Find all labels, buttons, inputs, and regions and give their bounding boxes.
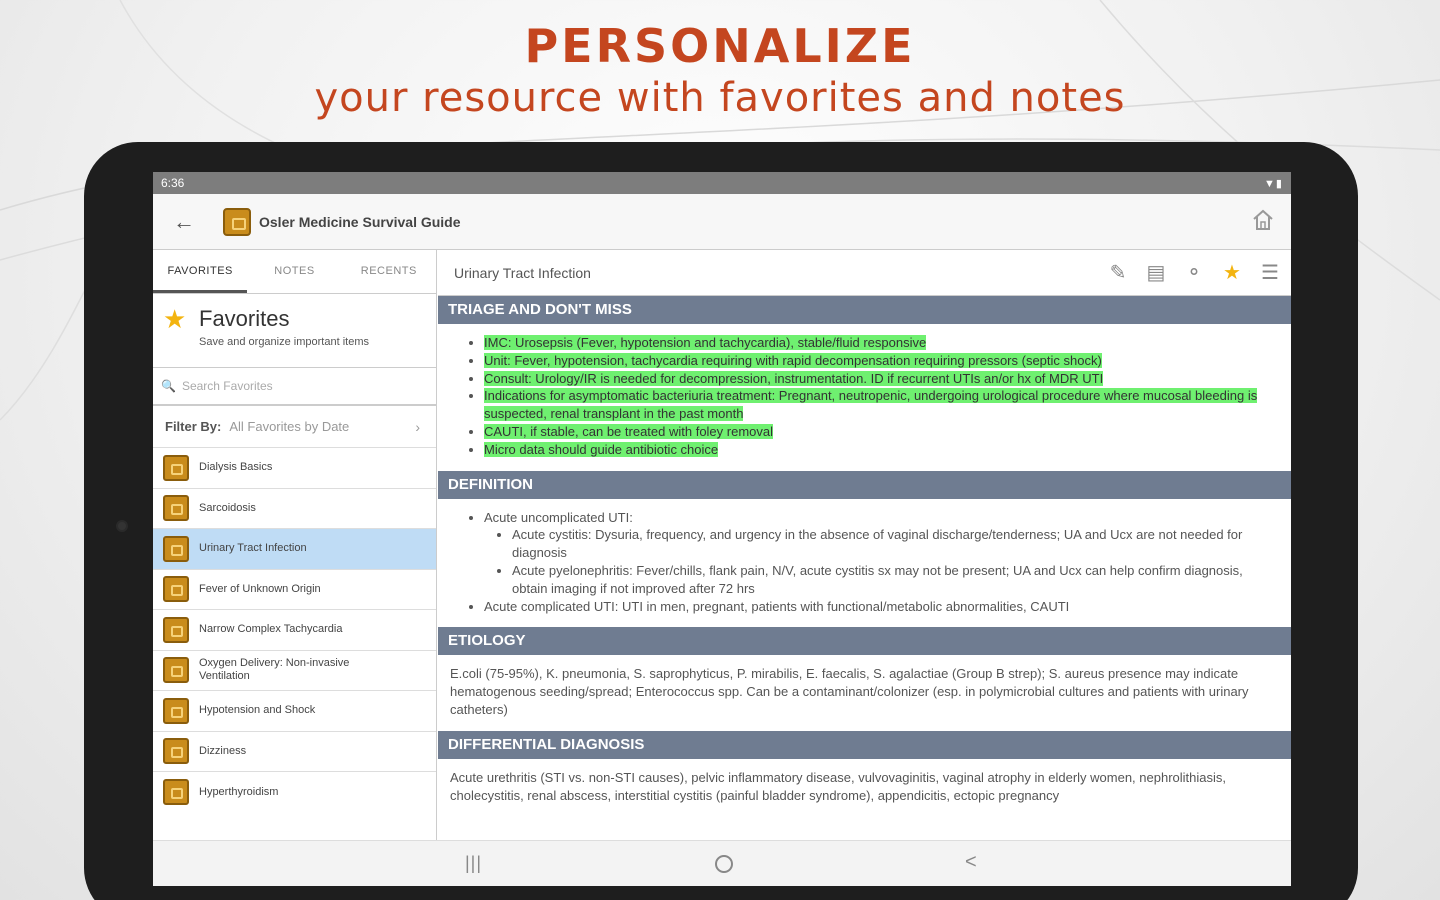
topic-icon (163, 738, 189, 765)
list-item-label: Urinary Tract Infection (199, 542, 307, 555)
tab-favorites[interactable]: FAVORITES (153, 250, 248, 293)
edit-note-icon[interactable]: ✎ (1105, 260, 1131, 286)
list-item-label: Hypotension and Shock (199, 704, 316, 717)
definition-subbullet: Acute cystitis: Dysuria, frequency, and … (512, 526, 1279, 562)
nav-back-button[interactable]: < (965, 851, 977, 874)
triage-bullet: Micro data should guide antibiotic choic… (484, 441, 1279, 459)
list-item-label: Narrow Complex Tachycardia (199, 623, 343, 636)
list-item[interactable]: Hypotension and Shock (153, 691, 436, 732)
status-icons: ▼▮ (1264, 177, 1283, 190)
list-item[interactable]: Urinary Tract Infection (153, 529, 436, 570)
status-time: 6:36 (161, 176, 185, 190)
tag-icon[interactable]: ⚬ (1181, 260, 1207, 286)
definition-bullet: Acute complicated UTI: UTI in men, pregn… (484, 598, 1279, 616)
favorites-subtitle: Save and organize important items (199, 336, 369, 348)
triage-bullet: Unit: Fever, hypotension, tachycardia re… (484, 352, 1279, 370)
list-item[interactable]: Narrow Complex Tachycardia (153, 610, 436, 651)
system-nav-bar: ||| < (153, 840, 1291, 886)
topic-icon (163, 616, 189, 643)
app-title: Osler Medicine Survival Guide (259, 213, 461, 230)
content-title: Urinary Tract Infection (454, 264, 591, 281)
triage-bullet: Consult: Urology/IR is needed for decomp… (484, 370, 1279, 388)
list-item-label: Fever of Unknown Origin (199, 582, 321, 595)
home-circle-button[interactable] (715, 855, 733, 873)
star-icon: ★ (163, 304, 187, 334)
topic-icon (163, 697, 189, 724)
content-toolbar: ✎ ▤ ⚬ ★ ☰ (1105, 260, 1283, 286)
topic-icon (163, 454, 189, 481)
search-placeholder: Search Favorites (181, 379, 273, 393)
list-item[interactable]: Dialysis Basics (153, 448, 436, 489)
chevron-right-icon: › (415, 418, 420, 435)
list-item-label: Dizziness (199, 744, 247, 757)
promo-headline: PERSONALIZE your resource with favorites… (0, 18, 1440, 122)
list-item-label: Sarcoidosis (199, 501, 256, 514)
triage-bullet: CAUTI, if stable, can be treated with fo… (484, 423, 1279, 441)
topic-icon (163, 779, 189, 806)
filter-label: Filter By: (165, 419, 222, 434)
filter-value: All Favorites by Date (229, 419, 350, 434)
back-arrow-icon[interactable]: ← (173, 209, 203, 235)
list-item[interactable]: Sarcoidosis (153, 489, 436, 529)
promo-title: PERSONALIZE (524, 19, 916, 73)
favorites-title: Favorites (199, 306, 290, 331)
status-bar: 6:36 ▼▮ (153, 172, 1291, 194)
list-item-label: Hyperthyroidism (199, 785, 279, 798)
list-item[interactable]: Oxygen Delivery: Non-invasive Ventilatio… (153, 651, 436, 691)
home-icon[interactable] (1251, 208, 1275, 232)
pane-tabs: FAVORITES NOTES RECENTS (153, 250, 436, 294)
topic-icon (163, 535, 189, 562)
triage-bullet: IMC: Urosepsis (Fever, hypotension and t… (484, 334, 1279, 352)
list-item[interactable]: Dizziness (153, 732, 436, 772)
promo-subtitle: your resource with favorites and notes (314, 75, 1126, 121)
triage-bullet: Indications for asymptomatic bacteriuria… (484, 387, 1279, 423)
content-pane: Urinary Tract Infection ✎ ▤ ⚬ ★ ☰ TRIAGE… (438, 250, 1291, 840)
topic-icon (163, 495, 189, 522)
favorites-pane: FAVORITES NOTES RECENTS ★ Favorites Save… (153, 250, 437, 840)
search-favorites-field[interactable]: 🔍 Search Favorites (153, 368, 436, 406)
list-item[interactable]: Fever of Unknown Origin (153, 570, 436, 610)
tab-recents[interactable]: RECENTS (342, 250, 436, 293)
section-heading: DEFINITION (438, 470, 1291, 499)
list-item[interactable]: Hyperthyroidism (153, 772, 436, 813)
tablet-camera (116, 520, 128, 532)
definition-bullet: Acute uncomplicated UTI: Acute cystitis:… (484, 509, 1279, 598)
list-item-label: Oxygen Delivery: Non-invasive Ventilatio… (199, 657, 350, 683)
content-header: Urinary Tract Infection ✎ ▤ ⚬ ★ ☰ (438, 250, 1291, 296)
etiology-text: E.coli (75-95%), K. pneumonia, S. saprop… (450, 666, 1249, 718)
definition-section: Acute uncomplicated UTI: Acute cystitis:… (438, 499, 1291, 628)
section-heading: TRIAGE AND DON'T MISS (438, 296, 1291, 324)
section-heading: ETIOLOGY (438, 627, 1291, 656)
favorite-star-icon[interactable]: ★ (1219, 260, 1245, 286)
recents-button[interactable]: ||| (465, 853, 482, 874)
app-bar: ← Osler Medicine Survival Guide (153, 194, 1291, 250)
filter-dropdown[interactable]: Filter By: All Favorites by Date › (153, 406, 436, 448)
tablet-screen: 6:36 ▼▮ ← Osler Medicine Survival Guide … (153, 172, 1291, 886)
definition-subbullet: Acute pyelonephritis: Fever/chills, flan… (512, 562, 1279, 598)
tab-notes[interactable]: NOTES (247, 250, 341, 293)
search-icon: 🔍 (161, 379, 176, 393)
list-item-label: Dialysis Basics (199, 461, 273, 474)
triage-section: IMC: Urosepsis (Fever, hypotension and t… (438, 324, 1291, 471)
topic-icon (163, 576, 189, 603)
favorites-header: ★ Favorites Save and organize important … (153, 294, 436, 368)
differential-text: Acute urethritis (STI vs. non-STI causes… (450, 770, 1227, 804)
app-logo-icon (223, 207, 251, 236)
topic-icon (163, 657, 189, 684)
list-menu-icon[interactable]: ☰ (1257, 260, 1283, 286)
section-heading: DIFFERENTIAL DIAGNOSIS (438, 731, 1291, 760)
document-icon[interactable]: ▤ (1143, 260, 1169, 286)
